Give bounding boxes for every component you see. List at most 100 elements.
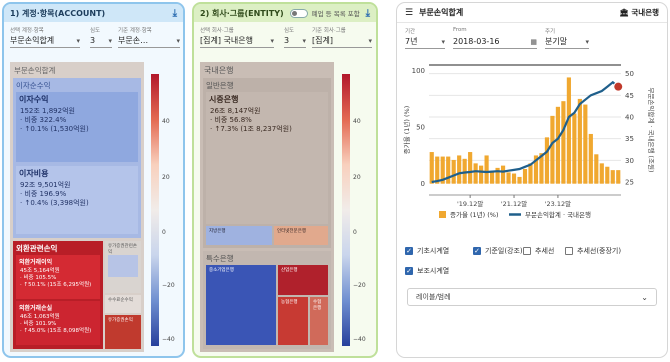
fx-cell[interactable]: 외환관련손익 외환거래이익 45조 5,164억원 · 비중 105.5% · … bbox=[13, 241, 103, 349]
checkbox-trend[interactable]: 추세선 bbox=[523, 246, 554, 256]
scale-tick: 20 bbox=[353, 174, 361, 181]
scale-tick: −20 bbox=[162, 282, 175, 289]
interest-net-cell[interactable]: 이자순수익 이자수익 152조 1,892억원 · 비중 322.4% · ↑0… bbox=[13, 78, 141, 238]
fx-loss-change: · ↑45.0% (15조 8,098억원) bbox=[20, 328, 92, 334]
growth-bar bbox=[511, 173, 517, 184]
local-bank-title: 지방은행 bbox=[209, 229, 226, 234]
from-date-input[interactable]: From 2018-03-16 ▦ bbox=[453, 27, 537, 49]
growth-bar bbox=[610, 170, 615, 184]
base-account-select-label: 기준 계정·항목 bbox=[118, 28, 152, 34]
checkbox-trend-long[interactable]: 추세선(중장기) bbox=[565, 246, 621, 256]
depth-select[interactable]: 심도 3 ▾ bbox=[90, 26, 112, 48]
account-select-value: 부문손익합계 bbox=[10, 36, 55, 45]
download-icon[interactable]: ⤓ bbox=[173, 8, 177, 19]
timeseries-title: 부문손익합계 bbox=[419, 8, 464, 17]
checkbox-label: 기초시계열 bbox=[417, 247, 450, 255]
growth-bar bbox=[605, 166, 610, 184]
entity-select-value: [집계] 국내은행 bbox=[200, 36, 253, 45]
fee-cell[interactable]: 수수료순수익 bbox=[105, 295, 141, 313]
special-sub-3-title: 농협은행 bbox=[281, 300, 298, 305]
entity-select-label: 선택 회사·그룹 bbox=[200, 28, 234, 34]
base-entity-label: 기준 회사·그룹 bbox=[312, 28, 346, 34]
special-sub-3[interactable]: 농협은행 bbox=[278, 297, 308, 345]
securities-cell[interactable]: 유가증권관련손익 bbox=[105, 241, 141, 293]
fx-loss-cell[interactable]: 외환거래손실 46조 1,063억원 · 비중 101.9% · ↑45.0% … bbox=[16, 301, 100, 345]
city-bank-change: · ↑7.3% (1조 8,237억원) bbox=[210, 125, 292, 133]
fx-title: 외환관련손익 bbox=[16, 244, 58, 253]
city-bank-cell[interactable]: 시중은행 26조 8,147억원 · 비중 56.8% · ↑7.3% (1조 … bbox=[206, 92, 328, 224]
entity-select[interactable]: 선택 회사·그룹 [집계] 국내은행 ▾ bbox=[200, 26, 274, 48]
account-treemap: 부문손익합계 이자순수익 이자수익 152조 1,892억원 · 비중 322.… bbox=[10, 62, 144, 352]
chevron-down-icon: ▾ bbox=[270, 36, 274, 45]
base-account-select[interactable]: 기준 계정·항목 부문손… ▾ bbox=[118, 26, 180, 48]
account-panel-title: 1) 계정·항목(ACCOUNT) bbox=[10, 8, 106, 18]
legend-line-label: 부문손익합계 · 국내은행 bbox=[525, 210, 591, 219]
fx-gain-change: · ↑50.1% (15조 6,295억원) bbox=[20, 282, 92, 288]
growth-bar bbox=[561, 101, 566, 184]
fx-gain-title: 외환거래이익 bbox=[19, 259, 53, 266]
calendar-icon[interactable]: ▦ bbox=[530, 38, 537, 46]
special-sub-2[interactable]: 산업은행 bbox=[278, 265, 328, 295]
growth-bar bbox=[616, 170, 621, 184]
growth-bar bbox=[462, 158, 467, 184]
frequency-select[interactable]: 주기 분기말 ▾ bbox=[545, 27, 589, 49]
special-sub-2-title: 산업은행 bbox=[281, 268, 298, 273]
timeseries-header: ☰ 부문손익합계 🏛 국내은행 bbox=[397, 3, 667, 23]
fx-loss-share: · 비중 101.9% bbox=[20, 321, 57, 327]
account-select[interactable]: 선택 계정·항목 부문손익합계 ▾ bbox=[10, 26, 80, 48]
growth-bar bbox=[479, 165, 484, 184]
growth-bar bbox=[468, 152, 473, 184]
entity-depth-select[interactable]: 심도 3 ▾ bbox=[284, 26, 306, 48]
chevron-down-icon: ▾ bbox=[108, 36, 112, 45]
chevron-down-icon: ▾ bbox=[441, 37, 445, 46]
internet-bank-cell[interactable]: 인터넷전문은행 bbox=[274, 226, 328, 245]
growth-bar bbox=[484, 155, 489, 184]
fx-gain-cell[interactable]: 외환거래이익 45조 5,164억원 · 비중 105.5% · ↑50.1% … bbox=[16, 255, 100, 299]
securities-pl-cell[interactable]: 유가증권손익 bbox=[105, 315, 141, 349]
scale-tick: 20 bbox=[162, 174, 170, 181]
securities-sub-cell[interactable] bbox=[108, 255, 138, 277]
download-icon[interactable]: ⤓ bbox=[366, 8, 370, 19]
chevron-down-icon: ▾ bbox=[302, 36, 306, 45]
interest-income-value: 152조 1,892억원 bbox=[20, 107, 75, 115]
y-right-label: 부문손익합계 · 국내은행 (조원) bbox=[647, 87, 656, 172]
interest-expense-title: 이자비용 bbox=[19, 169, 49, 178]
base-entity-select[interactable]: 기준 회사·그룹 [집계] ▾ bbox=[312, 26, 372, 48]
color-scale-bar bbox=[342, 74, 350, 346]
timeseries-chart: 100 50 0 50 45 40 35 30 25 증가율 (1년) (%) 부문손익합계 · 국… bbox=[402, 64, 656, 219]
interest-expense-share: · 비중 196.9% bbox=[20, 190, 67, 198]
special-sub-1-title: 중소기업은행 bbox=[209, 268, 234, 273]
general-bank-cell[interactable]: 일반은행 시중은행 26조 8,147억원 · 비중 56.8% · ↑7.3%… bbox=[203, 78, 331, 248]
fx-gain-value: 45조 5,164억원 bbox=[20, 268, 60, 274]
special-bank-cell[interactable]: 특수은행 중소기업은행 산업은행 농협은행 수협은행 bbox=[203, 251, 331, 349]
fx-gain-share: · 비중 105.5% bbox=[20, 275, 57, 281]
chevron-down-icon: ▾ bbox=[176, 36, 180, 45]
checkbox-base-series[interactable]: ✓ 기초시계열 bbox=[405, 246, 449, 256]
bank-selector[interactable]: 🏛 국내은행 bbox=[619, 7, 659, 18]
checkbox-label: 기준일(강조) bbox=[485, 247, 523, 255]
label-legend-dropdown[interactable]: 레이블/범례 ⌄ bbox=[407, 288, 657, 306]
checkbox-aux-series[interactable]: ✓ 보조시계열 bbox=[405, 266, 449, 276]
period-select[interactable]: 기간 7년 ▾ bbox=[405, 27, 445, 49]
special-sub-1[interactable]: 중소기업은행 bbox=[206, 265, 276, 345]
scale-tick: −40 bbox=[162, 336, 175, 343]
entity-panel-title: 2) 회사·그룹(ENTITY) bbox=[200, 8, 284, 18]
growth-bar bbox=[429, 152, 434, 184]
timeseries-panel: ☰ 부문손익합계 🏛 국내은행 기간 7년 ▾ From 2018-03-16 ▦ … bbox=[396, 2, 668, 358]
city-bank-value: 26조 8,147억원 bbox=[210, 107, 261, 115]
base-entity-value: [집계] bbox=[312, 36, 333, 45]
x-tick-label: '19.12말 bbox=[457, 200, 483, 208]
filter-icon[interactable]: ☰ bbox=[405, 8, 413, 18]
checkbox-icon: ✓ bbox=[405, 247, 413, 255]
interest-income-cell[interactable]: 이자수익 152조 1,892억원 · 비중 322.4% · ↑0.1% (1… bbox=[16, 92, 138, 162]
general-bank-label: 일반은행 bbox=[206, 81, 234, 90]
growth-bar bbox=[451, 159, 456, 184]
checkbox-base-date[interactable]: ✓ 기준일(강조) bbox=[473, 246, 523, 256]
interest-expense-cell[interactable]: 이자비용 92조 9,501억원 · 비중 196.9% · ↑0.4% (3,… bbox=[16, 166, 138, 234]
include-closed-toggle[interactable] bbox=[289, 8, 308, 18]
from-label: From bbox=[453, 27, 467, 33]
y-right-tick: 25 bbox=[625, 179, 634, 187]
special-sub-4[interactable]: 수협은행 bbox=[310, 297, 328, 345]
growth-bar bbox=[473, 163, 478, 184]
local-bank-cell[interactable]: 지방은행 bbox=[206, 226, 272, 245]
